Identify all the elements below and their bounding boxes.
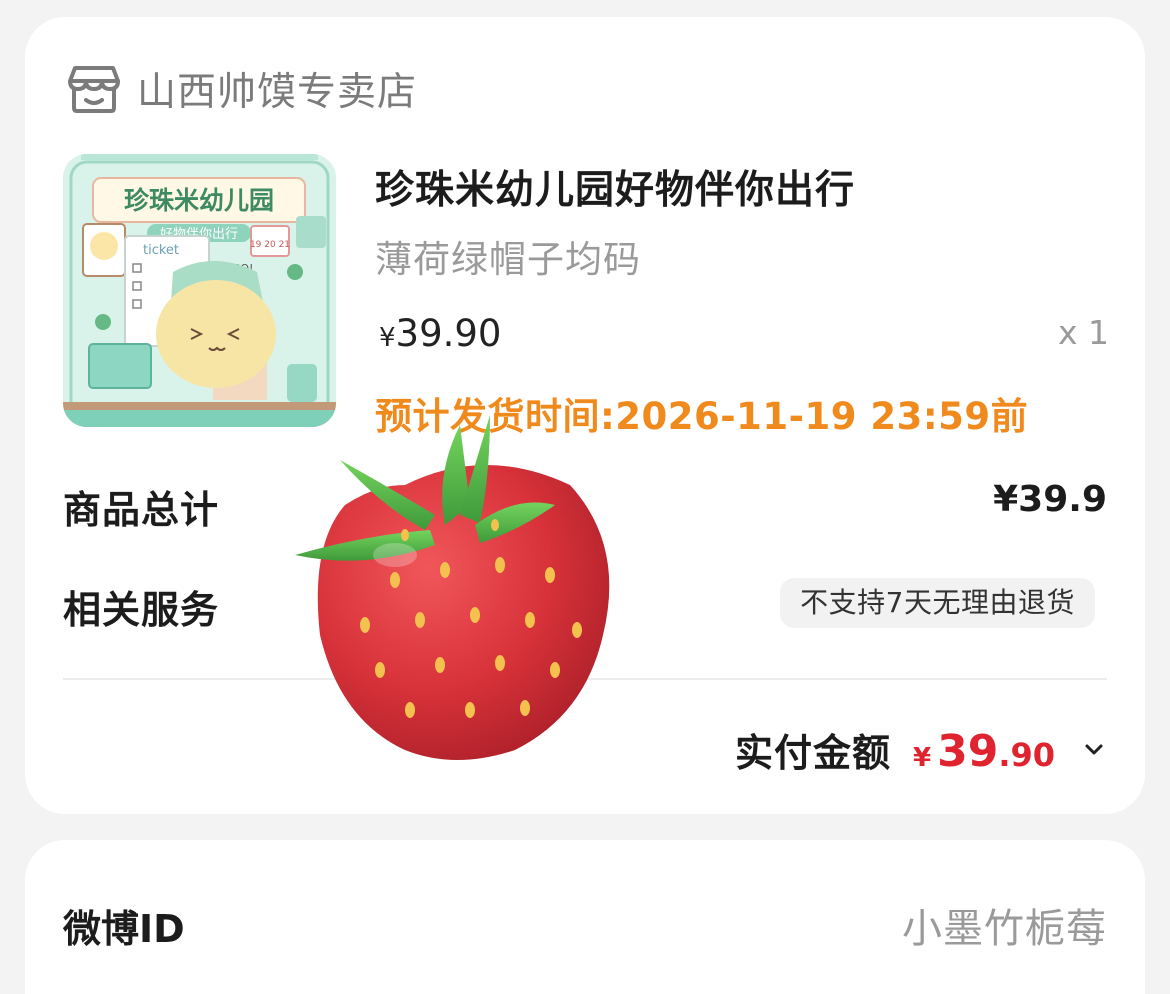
shop-name: 山西帅馍专卖店 [137,70,418,115]
product-thumbnail[interactable]: 珍珠米幼儿园 好物伴你出行 ticket 19 20 21 GOIGOIGO! [63,154,336,427]
product-image: 珍珠米幼儿园 好物伴你出行 ticket 19 20 21 GOIGOIGO! [63,154,336,427]
paid-currency: ¥ [912,743,932,773]
price-currency: ¥ [379,323,396,353]
chevron-down-icon[interactable] [1083,742,1105,758]
product-quantity: x 1 [1057,313,1109,352]
thumb-ticket: ticket [143,243,179,258]
weibo-id-label: 微博ID [63,907,185,951]
thumb-heading: 珍珠米幼儿园 [124,186,274,215]
divider [63,678,1107,680]
weibo-card: 微博ID 小墨竹栀莓 [25,840,1145,994]
service-badge: 不支持7天无理由退货 [780,578,1095,628]
shop-header[interactable]: 山西帅馍专卖店 [67,61,417,117]
paid-label: 实付金额 [734,731,891,775]
goods-total-label: 商品总计 [63,488,220,532]
paid-integer: 39 [937,726,999,777]
thumb-date: 19 20 21 [250,240,290,250]
paid-amount-row[interactable]: 实付金额 ¥39.90 [735,722,1105,777]
product-title[interactable]: 珍珠米幼儿园好物伴你出行 [375,159,855,215]
store-icon [68,66,120,113]
paid-amount: ¥39.90 [913,726,1055,777]
weibo-id-value[interactable]: 小墨竹栀莓 [902,896,1107,954]
product-spec: 薄荷绿帽子均码 [375,238,641,281]
goods-total-value: ¥39.9 [993,479,1107,520]
product-price: ¥39.90 [379,312,501,355]
estimated-ship-time: 预计发货时间:2026-11-19 23:59前 [375,395,1029,438]
service-label: 相关服务 [63,588,220,632]
order-detail-page: 山西帅馍专卖店 珍珠米幼儿园 好物伴你出行 ticket 19 20 21 珍珠… [0,0,1170,994]
order-card: 山西帅馍专卖店 珍珠米幼儿园 好物伴你出行 ticket 19 20 21 珍珠… [25,17,1145,814]
price-value: 39.90 [395,312,502,355]
paid-decimal: .90 [998,736,1055,774]
